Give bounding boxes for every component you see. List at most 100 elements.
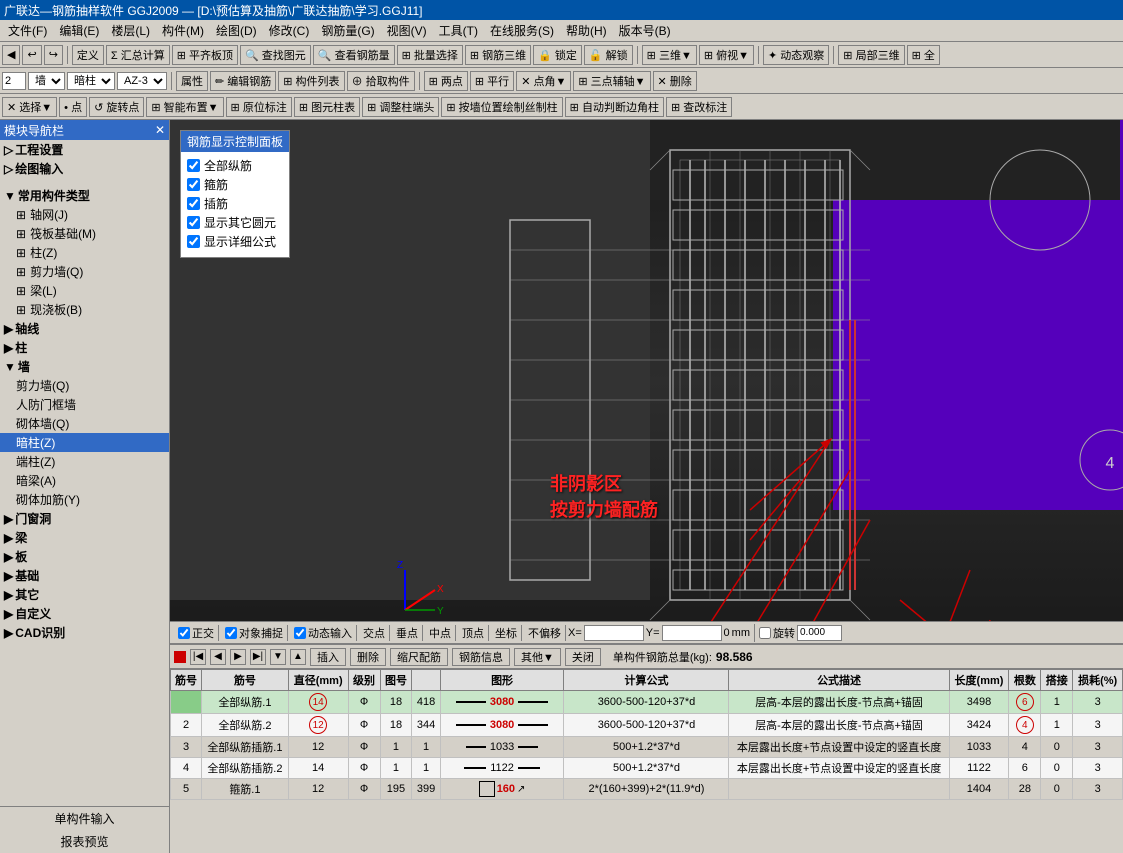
cell-fignum[interactable]: 18 bbox=[380, 714, 412, 737]
status-midpoint[interactable]: 中点 bbox=[425, 625, 456, 641]
btn-select[interactable]: ✕ 选择▼ bbox=[2, 97, 57, 117]
checkbox-stirrup[interactable]: 箍筋 bbox=[187, 175, 283, 194]
sidebar-group-beam[interactable]: ▶ 梁 bbox=[0, 528, 169, 547]
btn-check-label[interactable]: ⊞ 查改标注 bbox=[666, 97, 732, 117]
btn-view-rebar[interactable]: 🔍 查看钢筋量 bbox=[313, 45, 395, 65]
cell-name[interactable]: 全部纵筋插筋.1 bbox=[202, 737, 289, 758]
rotate-input[interactable] bbox=[797, 625, 842, 641]
close-red-btn[interactable] bbox=[174, 651, 186, 663]
sidebar-item-air-defense[interactable]: 人防门框墙 bbox=[0, 395, 169, 414]
sidebar-group-foundation[interactable]: ▶ 基础 bbox=[0, 566, 169, 585]
cell-figcount[interactable]: 418 bbox=[412, 691, 440, 714]
sidebar-group-wall[interactable]: ▼ 墙 bbox=[0, 357, 169, 376]
checkbox-formula[interactable]: 显示详细公式 bbox=[187, 232, 283, 251]
sidebar-close-icon[interactable]: ✕ bbox=[155, 123, 165, 137]
sidebar-item-masonry-rebar[interactable]: 砌体加筋(Y) bbox=[0, 490, 169, 509]
sidebar-group-cad[interactable]: ▶ CAD识别 bbox=[0, 623, 169, 642]
sidebar-item-beam[interactable]: ⊞梁(L) bbox=[0, 281, 169, 300]
cell-name[interactable]: 全部纵筋插筋.2 bbox=[202, 758, 289, 779]
btn-close-table[interactable]: 关闭 bbox=[565, 648, 601, 666]
nav-next[interactable]: ▶ bbox=[230, 649, 246, 665]
cell-figcount[interactable]: 1 bbox=[412, 758, 440, 779]
checkbox-other[interactable]: 显示其它圆元 bbox=[187, 213, 283, 232]
status-dynamic[interactable]: 动态输入 bbox=[290, 625, 357, 641]
sidebar-group-door-window[interactable]: ▶ 门窗洞 bbox=[0, 509, 169, 528]
sidebar-item-slab[interactable]: ⊞现浇板(B) bbox=[0, 300, 169, 319]
table-row[interactable]: 3 全部纵筋插筋.1 12 Ф 1 1 1033 bbox=[171, 737, 1123, 758]
sidebar-group-board[interactable]: ▶ 板 bbox=[0, 547, 169, 566]
nav-first[interactable]: |◀ bbox=[190, 649, 206, 665]
btn-lock[interactable]: 🔒 锁定 bbox=[533, 45, 582, 65]
menu-edit[interactable]: 编辑(E) bbox=[53, 20, 105, 41]
btn-dynamic[interactable]: ✦ 动态观察 bbox=[763, 45, 829, 65]
sidebar-item-raft[interactable]: ⊞筏板基础(M) bbox=[0, 224, 169, 243]
btn-summary[interactable]: Σ 汇总计算 bbox=[106, 45, 170, 65]
sidebar-group-column[interactable]: ▶ 柱 bbox=[0, 338, 169, 357]
btn-undo[interactable]: ↩ bbox=[22, 45, 41, 65]
btn-batch-select[interactable]: ⊞ 批量选择 bbox=[397, 45, 463, 65]
status-endpoint[interactable]: 顶点 bbox=[458, 625, 489, 641]
btn-scale-rebar[interactable]: 缩尺配筋 bbox=[390, 648, 448, 666]
cell-diameter[interactable]: 12 bbox=[288, 737, 348, 758]
status-vertical[interactable]: 垂点 bbox=[392, 625, 423, 641]
menu-file[interactable]: 文件(F) bbox=[2, 20, 53, 41]
wall-subtype-select[interactable]: 暗柱 bbox=[67, 72, 115, 90]
table-row[interactable]: 2 全部纵筋.2 12 Ф 18 344 3080 bbox=[171, 714, 1123, 737]
status-coord[interactable]: 坐标 bbox=[491, 625, 522, 641]
cell-name[interactable]: 箍筋.1 bbox=[202, 779, 289, 800]
menu-rebar[interactable]: 钢筋量(G) bbox=[315, 20, 380, 41]
menu-draw[interactable]: 绘图(D) bbox=[210, 20, 263, 41]
cell-fignum[interactable]: 18 bbox=[380, 691, 412, 714]
btn-find[interactable]: 🔍 查找图元 bbox=[240, 45, 311, 65]
cell-fignum[interactable]: 1 bbox=[380, 737, 412, 758]
wall-type-select[interactable]: 墙 bbox=[28, 72, 65, 90]
rotate-checkbox[interactable] bbox=[759, 627, 771, 639]
nav-up[interactable]: ▲ bbox=[290, 649, 306, 665]
sidebar-group-common[interactable]: ▼ 常用构件类型 bbox=[0, 186, 169, 205]
sidebar-item-drawing[interactable]: ▷ 绘图输入 bbox=[0, 159, 169, 178]
btn-full[interactable]: ⊞ 全 bbox=[907, 45, 940, 65]
btn-column-table[interactable]: ⊞ 图元柱表 bbox=[294, 97, 360, 117]
nav-prev[interactable]: ◀ bbox=[210, 649, 226, 665]
checkbox-all-longitudinal[interactable]: 全部纵筋 bbox=[187, 156, 283, 175]
menu-floor[interactable]: 楼层(L) bbox=[105, 20, 156, 41]
sidebar-item-shear-wall2[interactable]: 剪力墙(Q) bbox=[0, 376, 169, 395]
sidebar-item-hidden-beam[interactable]: 暗梁(A) bbox=[0, 471, 169, 490]
btn-define[interactable]: 定义 bbox=[72, 45, 104, 65]
btn-angle[interactable]: ✕ 点角▼ bbox=[516, 71, 571, 91]
table-row[interactable]: 4 全部纵筋插筋.2 14 Ф 1 1 1122 bbox=[171, 758, 1123, 779]
btn-two-point[interactable]: ⊞ 两点 bbox=[424, 71, 468, 91]
btn-adjust-end[interactable]: ⊞ 调整柱端头 bbox=[362, 97, 439, 117]
status-ortho[interactable]: 正交 bbox=[174, 625, 219, 641]
cell-figcount[interactable]: 1 bbox=[412, 737, 440, 758]
cell-diameter[interactable]: 14 bbox=[288, 691, 348, 714]
btn-smart-layout[interactable]: ⊞ 智能布置▼ bbox=[146, 97, 223, 117]
status-intersection[interactable]: 交点 bbox=[359, 625, 390, 641]
menu-view[interactable]: 视图(V) bbox=[381, 20, 433, 41]
btn-unlock[interactable]: 🔓 解锁 bbox=[584, 45, 633, 65]
menu-modify[interactable]: 修改(C) bbox=[263, 20, 316, 41]
menu-help[interactable]: 帮助(H) bbox=[560, 20, 613, 41]
cell-fignum[interactable]: 1 bbox=[380, 758, 412, 779]
y-input[interactable] bbox=[662, 625, 722, 641]
btn-edit-rebar[interactable]: ✏ 编辑钢筋 bbox=[210, 71, 276, 91]
btn-insert-row[interactable]: 插入 bbox=[310, 648, 346, 666]
sidebar-item-axis[interactable]: ⊞轴网(J) bbox=[0, 205, 169, 224]
wall-name-select[interactable]: AZ-3 bbox=[117, 72, 167, 90]
status-snap[interactable]: 对象捕捉 bbox=[221, 625, 288, 641]
sidebar-item-end-column[interactable]: 端柱(Z) bbox=[0, 452, 169, 471]
btn-delete-axis[interactable]: ✕ 删除 bbox=[653, 71, 697, 91]
btn-rebar-3d[interactable]: ⊞ 钢筋三维 bbox=[465, 45, 531, 65]
btn-rotate-point[interactable]: ↺ 旋转点 bbox=[89, 97, 144, 117]
btn-delete-row[interactable]: 删除 bbox=[350, 648, 386, 666]
btn-component-list[interactable]: ⊞ 构件列表 bbox=[278, 71, 344, 91]
status-no-offset[interactable]: 不偏移 bbox=[524, 625, 566, 641]
sidebar-group-others[interactable]: ▶ 其它 bbox=[0, 585, 169, 604]
btn-back[interactable]: ◀ bbox=[2, 45, 20, 65]
cell-figcount[interactable]: 344 bbox=[412, 714, 440, 737]
cell-name[interactable]: 全部纵筋.1 bbox=[202, 691, 289, 714]
btn-property[interactable]: 属性 bbox=[176, 71, 208, 91]
menu-online[interactable]: 在线服务(S) bbox=[484, 20, 560, 41]
btn-other[interactable]: 其他▼ bbox=[514, 648, 561, 666]
btn-parallel[interactable]: ⊞ 平行 bbox=[470, 71, 514, 91]
